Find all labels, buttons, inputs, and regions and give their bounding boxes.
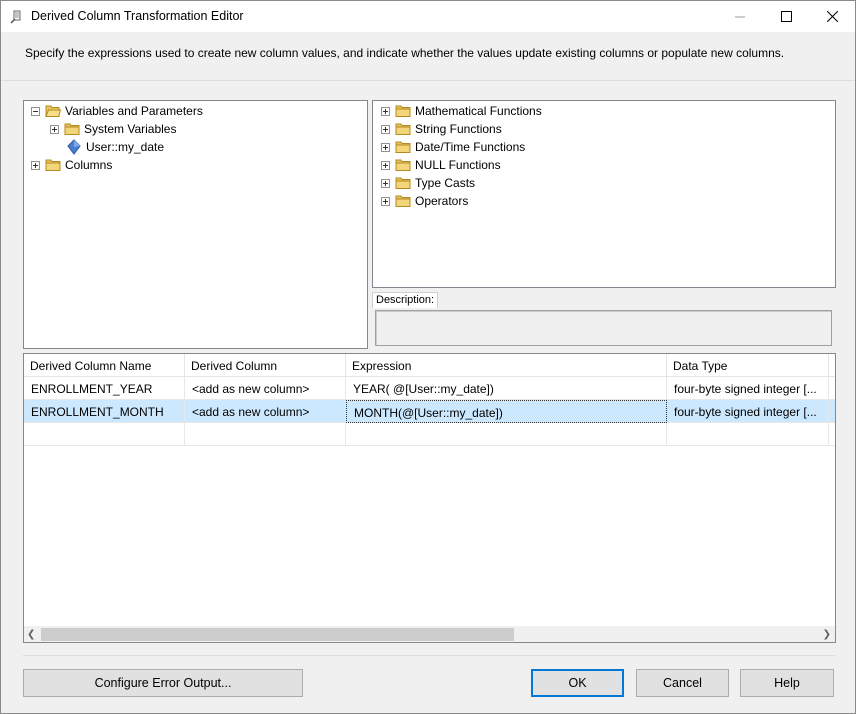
tree-item-system-variables[interactable]: System Variables xyxy=(50,120,176,138)
cell-derived-column[interactable] xyxy=(185,423,346,446)
cell-data-type[interactable]: four-byte signed integer [... xyxy=(667,377,829,400)
tree-item-null-functions[interactable]: NULL Functions xyxy=(381,156,501,174)
expand-icon[interactable] xyxy=(31,160,40,170)
expand-icon[interactable] xyxy=(381,124,390,134)
expand-icon[interactable] xyxy=(50,124,59,134)
tree-item-label: Operators xyxy=(415,194,469,208)
cancel-button[interactable]: Cancel xyxy=(636,669,729,697)
tree-item-label: String Functions xyxy=(415,122,502,136)
configure-error-output-button[interactable]: Configure Error Output... xyxy=(23,669,303,697)
tree-item-date-time-functions[interactable]: Date/Time Functions xyxy=(381,138,525,156)
column-header-data-type[interactable]: Data Type xyxy=(667,354,829,377)
tree-item-label: System Variables xyxy=(84,122,177,136)
window-title: Derived Column Transformation Editor xyxy=(31,9,244,23)
help-button[interactable]: Help xyxy=(740,669,834,697)
tree-item-label: Variables and Parameters xyxy=(65,104,203,118)
description-label: Description: xyxy=(372,292,439,308)
folder-icon xyxy=(64,123,80,135)
tree-item-label: User::my_date xyxy=(86,140,165,154)
scroll-right-icon[interactable]: ❯ xyxy=(823,629,831,640)
cell-data-type[interactable]: four-byte signed integer [... xyxy=(667,400,829,423)
folder-icon xyxy=(395,195,411,207)
folder-icon xyxy=(395,159,411,171)
tree-item-mathematical-functions[interactable]: Mathematical Functions xyxy=(381,102,542,120)
maximize-button[interactable] xyxy=(763,1,809,32)
expand-icon[interactable] xyxy=(381,196,390,206)
expand-icon[interactable] xyxy=(381,178,390,188)
cell-length[interactable] xyxy=(829,377,835,400)
cell-expression[interactable]: YEAR( @[User::my_date]) xyxy=(346,377,667,400)
header-divider xyxy=(1,80,855,81)
tree-item-columns[interactable]: Columns xyxy=(31,156,112,174)
column-header-derived-column[interactable]: Derived Column xyxy=(185,354,346,377)
instructions-text: Specify the expressions used to create n… xyxy=(25,46,785,60)
scrollbar-thumb[interactable] xyxy=(41,628,514,641)
tree-item-variables-and-parameters[interactable]: Variables and Parameters xyxy=(31,102,203,120)
functions-tree[interactable]: Mathematical Functions String Functions … xyxy=(372,100,836,288)
title-bar: Derived Column Transformation Editor xyxy=(1,1,855,32)
table-row-selected[interactable]: ENROLLMENT_MONTH <add as new column> MON… xyxy=(24,400,835,423)
minimize-icon xyxy=(735,16,745,17)
folder-icon xyxy=(395,141,411,153)
horizontal-scrollbar[interactable]: ❮ ❯ xyxy=(24,626,835,642)
variables-columns-tree[interactable]: Variables and Parameters System Variable… xyxy=(23,100,368,349)
folder-open-icon xyxy=(45,105,61,117)
table-row-new[interactable] xyxy=(24,423,835,446)
tree-item-type-casts[interactable]: Type Casts xyxy=(381,174,475,192)
collapse-icon[interactable] xyxy=(31,106,40,116)
tree-item-string-functions[interactable]: String Functions xyxy=(381,120,502,138)
column-header-expression[interactable]: Expression xyxy=(346,354,667,377)
cell-length[interactable] xyxy=(829,423,835,446)
cell-expression-focused[interactable]: MONTH(@[User::my_date]) xyxy=(346,400,667,423)
cell-derived-column[interactable]: <add as new column> xyxy=(185,377,346,400)
tree-item-label: Mathematical Functions xyxy=(415,104,542,118)
dialog-window: Derived Column Transformation Editor Spe… xyxy=(0,0,856,714)
scroll-left-icon[interactable]: ❮ xyxy=(27,629,35,640)
cell-derived-column-name[interactable]: ENROLLMENT_MONTH xyxy=(24,400,185,423)
table-row[interactable]: ENROLLMENT_YEAR <add as new column> YEAR… xyxy=(24,377,835,400)
cell-derived-column-name[interactable] xyxy=(24,423,185,446)
derived-column-icon xyxy=(10,10,21,24)
tree-item-label: Columns xyxy=(65,158,113,172)
footer-divider xyxy=(23,655,835,656)
expand-icon[interactable] xyxy=(381,142,390,152)
close-button[interactable] xyxy=(809,1,855,32)
expand-icon[interactable] xyxy=(381,160,390,170)
expand-icon[interactable] xyxy=(381,106,390,116)
description-box xyxy=(375,310,832,346)
ok-button[interactable]: OK xyxy=(531,669,624,697)
column-header-derived-column-name[interactable]: Derived Column Name xyxy=(24,354,185,377)
folder-icon xyxy=(395,105,411,117)
folder-icon xyxy=(395,177,411,189)
close-icon xyxy=(826,11,838,22)
grid-header: Derived Column Name Derived Column Expre… xyxy=(24,354,835,377)
tree-item-label: NULL Functions xyxy=(415,158,501,172)
folder-icon xyxy=(395,123,411,135)
tree-item-user-my-date[interactable]: User::my_date xyxy=(66,138,164,156)
column-header-length[interactable]: L xyxy=(829,354,835,377)
cell-length[interactable] xyxy=(829,400,835,423)
maximize-icon xyxy=(780,11,792,22)
variable-icon xyxy=(67,139,81,155)
cell-expression[interactable] xyxy=(346,423,667,446)
tree-item-label: Date/Time Functions xyxy=(415,140,526,154)
tree-item-label: Type Casts xyxy=(415,176,476,190)
cell-derived-column[interactable]: <add as new column> xyxy=(185,400,346,423)
tree-item-operators[interactable]: Operators xyxy=(381,192,468,210)
folder-icon xyxy=(45,159,61,171)
cell-derived-column-name[interactable]: ENROLLMENT_YEAR xyxy=(24,377,185,400)
cell-data-type[interactable] xyxy=(667,423,829,446)
derived-columns-grid[interactable]: Derived Column Name Derived Column Expre… xyxy=(23,353,836,643)
minimize-button[interactable] xyxy=(717,1,763,32)
